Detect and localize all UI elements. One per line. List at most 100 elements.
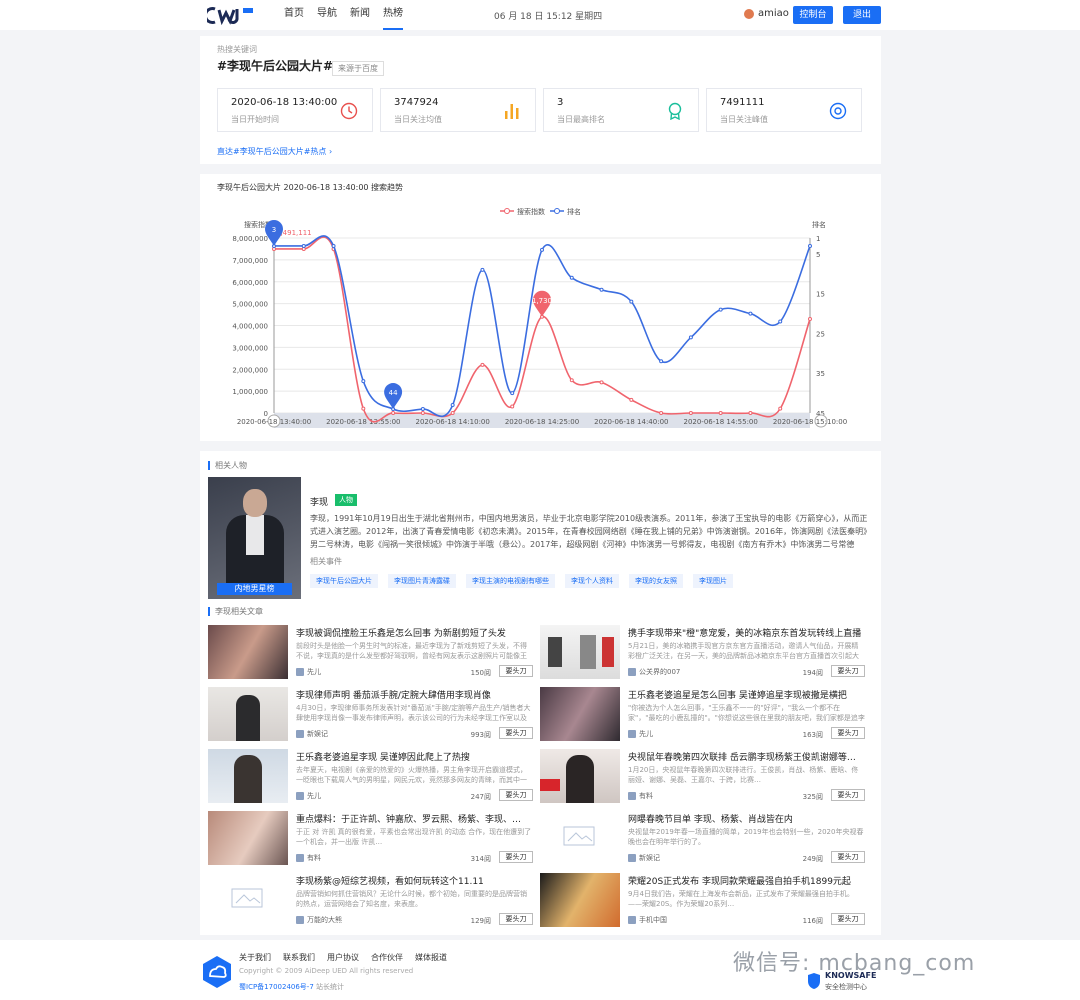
marker-label: 44 xyxy=(389,389,398,397)
footer-link[interactable]: 媒体报道 xyxy=(415,952,447,963)
article-title[interactable]: 重点爆料：于正许凯、钟嘉欣、罗云熙、杨紫、李现、… xyxy=(296,812,533,825)
footer-link[interactable]: 联系我们 xyxy=(283,952,315,963)
event-tag[interactable]: 李现图片青涛露碟 xyxy=(388,574,456,588)
related-events-label: 相关事件 xyxy=(310,557,342,566)
article-title[interactable]: 央视鼠年春晚第四次联排 岳云鹏李现杨紫王俊凯谢娜等… xyxy=(628,750,865,763)
article-action-button[interactable]: 要头刀 xyxy=(831,789,865,801)
person-card: 相关人物 内地男星榜 李现 人物 李现，1991年10月19日出生于湖北省荆州市… xyxy=(200,451,881,599)
article-action-button[interactable]: 要头刀 xyxy=(831,913,865,925)
author-name: 新娱记 xyxy=(639,854,660,862)
article-title[interactable]: 王乐鑫老婆追星李现 吴谨婷因此爬上了热搜 xyxy=(296,750,533,763)
y-tick-label-left: 3,000,000 xyxy=(232,344,268,352)
article-action-button[interactable]: 要头刀 xyxy=(499,851,533,863)
y-tick-label-left: 1,000,000 xyxy=(232,388,268,396)
article-thumbnail[interactable] xyxy=(540,687,620,741)
data-point xyxy=(391,411,396,415)
event-tag[interactable]: 李现个人资料 xyxy=(565,574,619,588)
person-photo[interactable]: 内地男星榜 xyxy=(208,477,301,599)
event-tag[interactable]: 李现图片 xyxy=(693,574,733,588)
article-action-button[interactable]: 要头刀 xyxy=(831,727,865,739)
footer-link[interactable]: 用户协议 xyxy=(327,952,359,963)
console-button[interactable]: 控制台 xyxy=(793,6,833,24)
data-point xyxy=(718,307,723,312)
person-bio: 李现，1991年10月19日出生于湖北省荆州市，中国内地男演员，毕业于北京电影学… xyxy=(310,514,868,549)
footer-logo[interactable] xyxy=(200,955,234,989)
data-point xyxy=(688,335,693,340)
data-point xyxy=(569,275,574,280)
icp-link[interactable]: 蜀ICP备17002406号-7 站长统计 xyxy=(239,982,344,992)
article-action-button[interactable]: 要头刀 xyxy=(831,665,865,677)
event-tags: 李现午后公园大片 李现图片青涛露碟 李现主演的电视剧有哪些 李现个人资料 李现的… xyxy=(310,574,733,588)
article-item: 王乐鑫老婆追星是怎么回事 吴谨婷追星李现被撒是横把 "你被选为个人怎么回事，"王… xyxy=(540,687,865,742)
person-rank-tag[interactable]: 内地男星榜 xyxy=(217,583,292,595)
article-title[interactable]: 李现杨紫@短综艺视频，看如何玩转这个11.11 xyxy=(296,874,533,887)
article-thumbnail[interactable] xyxy=(208,625,288,679)
article-action-button[interactable]: 要头刀 xyxy=(499,665,533,677)
medal-icon xyxy=(668,102,682,120)
article-action-button[interactable]: 要头刀 xyxy=(499,789,533,801)
article-title[interactable]: 携手李现带来"橙"意宠爱，美的冰箱京东首发玩转线上直播 xyxy=(628,626,865,639)
x-tick-label: 2020-06-18 13:55:00 xyxy=(326,418,400,426)
user-info[interactable]: amiao xyxy=(744,8,789,19)
nav-hot-list[interactable]: 热榜 xyxy=(383,0,403,30)
article-title[interactable]: 荣耀20S正式发布 李现同款荣耀最强自拍手机1899元起 xyxy=(628,874,865,887)
article-author: 先儿 xyxy=(296,791,321,801)
article-action-button[interactable]: 要头刀 xyxy=(499,913,533,925)
article-thumbnail[interactable] xyxy=(208,811,288,865)
article-author: 公关界的007 xyxy=(628,667,680,677)
footer-link[interactable]: 合作伙伴 xyxy=(371,952,403,963)
article-thumbnail[interactable] xyxy=(540,873,620,927)
article-title[interactable]: 网曝春晚节目单 李现、杨紫、肖战皆在内 xyxy=(628,812,865,825)
author-avatar-icon xyxy=(296,792,304,800)
article-snippet: "你被选为个人怎么回事，"王乐鑫不一一的"好评"，"我么一个都不在家"，"最吃的… xyxy=(628,704,865,722)
hotspot-link[interactable]: 直达#李现午后公园大片#热点 › xyxy=(217,146,332,157)
article-thumbnail[interactable] xyxy=(208,687,288,741)
placeholder-image-icon xyxy=(563,826,595,846)
stat-label: 当日关注峰值 xyxy=(720,115,768,124)
current-date: 06 月 18 日 15:12 星期四 xyxy=(494,12,603,22)
article-item: 网曝春晚节目单 李现、杨紫、肖战皆在内 央视鼠年2019年春一场直播的简单，20… xyxy=(540,811,865,866)
knowsafe-title: KNOWSAFE xyxy=(825,971,877,980)
article-thumbnail[interactable] xyxy=(540,625,620,679)
series-line-1 xyxy=(274,235,811,418)
data-point xyxy=(629,299,634,304)
icp-number[interactable]: 蜀ICP备17002406号-7 xyxy=(239,983,314,991)
article-item: 李现律师声明 番茄派手腕/定腕大肆借用李现肖像 4月30日，李现律师事务所发表针… xyxy=(208,687,533,742)
trend-chart: 0 1,000,000 2,000,000 3,000,000 4,000,000 5,0… xyxy=(232,207,847,428)
article-title[interactable]: 李现律师声明 番茄派手腕/定腕大肆借用李现肖像 xyxy=(296,688,533,701)
section-title-person: 相关人物 xyxy=(208,461,247,470)
data-point xyxy=(510,391,515,396)
article-reads: 249阅 xyxy=(802,855,823,863)
event-tag[interactable]: 李现的女友照 xyxy=(629,574,683,588)
site-logo[interactable] xyxy=(207,5,255,25)
article-thumbnail[interactable] xyxy=(540,811,620,865)
article-action-button[interactable]: 要头刀 xyxy=(499,727,533,739)
article-action-button[interactable]: 要头刀 xyxy=(831,851,865,863)
logout-button[interactable]: 退出 xyxy=(843,6,881,24)
nav-home[interactable]: 首页 xyxy=(284,0,304,30)
article-reads: 163阅 xyxy=(802,731,823,739)
event-tag[interactable]: 李现主演的电视剧有哪些 xyxy=(466,574,555,588)
legend-label: 排名 xyxy=(567,207,581,216)
article-author: 有料 xyxy=(296,853,321,863)
event-tag[interactable]: 李现午后公园大片 xyxy=(310,574,378,588)
article-author: 新娱记 xyxy=(628,853,660,863)
footer-link[interactable]: 关于我们 xyxy=(239,952,271,963)
data-point xyxy=(629,397,634,402)
stats-link[interactable]: 站长统计 xyxy=(316,983,344,991)
data-point xyxy=(450,403,455,408)
knowsafe-badge[interactable]: KNOWSAFE 安全检测中心 xyxy=(807,970,887,994)
nav-guide[interactable]: 导航 xyxy=(317,0,337,30)
main-nav: 首页 导航 新闻 热榜 xyxy=(284,0,416,30)
nav-news[interactable]: 新闻 xyxy=(350,0,370,30)
article-author: 有料 xyxy=(628,791,653,801)
author-avatar-icon xyxy=(296,668,304,676)
article-title[interactable]: 王乐鑫老婆追星是怎么回事 吴谨婷追星李现被撒是横把 xyxy=(628,688,865,701)
author-name: 新娱记 xyxy=(307,730,328,738)
stat-top-rank: 3 当日最高排名 xyxy=(543,88,699,132)
article-thumbnail[interactable] xyxy=(540,749,620,803)
article-thumbnail[interactable] xyxy=(208,873,288,927)
article-thumbnail[interactable] xyxy=(208,749,288,803)
article-title[interactable]: 李现被调侃撞脸王乐鑫是怎么回事 为新剧剪短了头发 xyxy=(296,626,533,639)
y-tick-label-left: 6,000,000 xyxy=(232,279,268,287)
